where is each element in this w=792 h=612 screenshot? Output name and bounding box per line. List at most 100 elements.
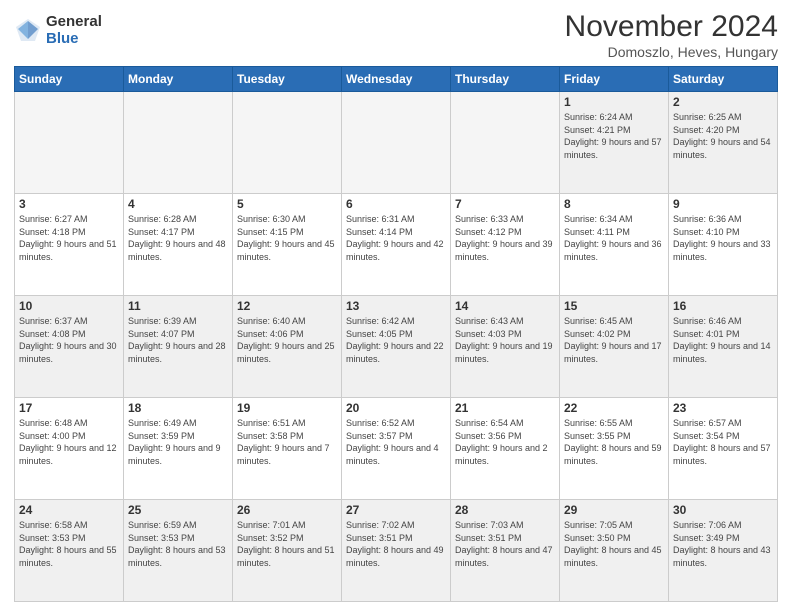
day-number: 19 bbox=[237, 401, 337, 415]
calendar-cell: 25Sunrise: 6:59 AMSunset: 3:53 PMDayligh… bbox=[124, 500, 233, 602]
col-saturday: Saturday bbox=[669, 67, 778, 92]
day-number: 30 bbox=[673, 503, 773, 517]
day-info: Sunrise: 6:46 AMSunset: 4:01 PMDaylight:… bbox=[673, 315, 773, 365]
calendar-cell: 27 Sunrise: 7:02 AMSunset: 3:51 PMDayligh… bbox=[342, 500, 451, 602]
calendar-cell: 1 Sunrise: 6:24 AMSunset: 4:21 PMDaylight… bbox=[560, 92, 669, 194]
day-number: 21 bbox=[455, 401, 555, 415]
logo-icon bbox=[14, 17, 42, 45]
day-info: Sunrise: 6:30 AMSunset: 4:15 PMDaylight:… bbox=[237, 213, 337, 263]
col-wednesday: Wednesday bbox=[342, 67, 451, 92]
calendar-cell: 22 Sunrise: 6:55 AMSunset: 3:55 PMDayligh… bbox=[560, 398, 669, 500]
day-number: 7 bbox=[455, 197, 555, 211]
calendar-cell: 20 Sunrise: 6:52 AMSunset: 3:57 PMDayligh… bbox=[342, 398, 451, 500]
calendar-header: Sunday Monday Tuesday Wednesday Thursday… bbox=[15, 67, 778, 92]
logo-blue: Blue bbox=[46, 31, 102, 48]
day-number: 20 bbox=[346, 401, 446, 415]
day-info: Sunrise: 6:39 AMSunset: 4:07 PMDaylight:… bbox=[128, 315, 228, 365]
day-number: 15 bbox=[564, 299, 664, 313]
day-info: Sunrise: 6:45 AMSunset: 4:02 PMDaylight:… bbox=[564, 315, 664, 365]
calendar-cell: 11 Sunrise: 6:39 AMSunset: 4:07 PMDayligh… bbox=[124, 296, 233, 398]
calendar-cell bbox=[124, 92, 233, 194]
calendar-cell bbox=[15, 92, 124, 194]
calendar-cell: 8 Sunrise: 6:34 AMSunset: 4:11 PMDaylight… bbox=[560, 194, 669, 296]
page: General Blue November 2024 Domoszlo, Hev… bbox=[0, 0, 792, 612]
day-number: 3 bbox=[19, 197, 119, 211]
day-number: 22 bbox=[564, 401, 664, 415]
col-thursday: Thursday bbox=[451, 67, 560, 92]
day-info: Sunrise: 6:42 AMSunset: 4:05 PMDaylight:… bbox=[346, 315, 446, 365]
calendar-cell bbox=[233, 92, 342, 194]
calendar-week-1: 3 Sunrise: 6:27 AMSunset: 4:18 PMDaylight… bbox=[15, 194, 778, 296]
calendar-week-4: 24 Sunrise: 6:58 AMSunset: 3:53 PMDayligh… bbox=[15, 500, 778, 602]
calendar-cell: 26Sunrise: 7:01 AMSunset: 3:52 PMDayligh… bbox=[233, 500, 342, 602]
day-number: 25 bbox=[128, 503, 228, 517]
logo-text: General Blue bbox=[46, 14, 102, 47]
month-title: November 2024 bbox=[565, 10, 778, 44]
calendar-cell: 7 Sunrise: 6:33 AMSunset: 4:12 PMDaylight… bbox=[451, 194, 560, 296]
calendar-week-2: 10 Sunrise: 6:37 AMSunset: 4:08 PMDayligh… bbox=[15, 296, 778, 398]
day-info: Sunrise: 6:52 AMSunset: 3:57 PMDaylight:… bbox=[346, 417, 446, 467]
day-number: 26 bbox=[237, 503, 337, 517]
day-number: 28 bbox=[455, 503, 555, 517]
day-info: Sunrise: 6:33 AMSunset: 4:12 PMDaylight:… bbox=[455, 213, 555, 263]
day-info: Sunrise: 6:31 AMSunset: 4:14 PMDaylight:… bbox=[346, 213, 446, 263]
col-friday: Friday bbox=[560, 67, 669, 92]
calendar-cell: 3 Sunrise: 6:27 AMSunset: 4:18 PMDaylight… bbox=[15, 194, 124, 296]
header-row: Sunday Monday Tuesday Wednesday Thursday… bbox=[15, 67, 778, 92]
calendar-cell: 13 Sunrise: 6:42 AMSunset: 4:05 PMDayligh… bbox=[342, 296, 451, 398]
day-info: Sunrise: 6:25 AMSunset: 4:20 PMDaylight:… bbox=[673, 111, 773, 161]
day-info: Sunrise: 6:27 AMSunset: 4:18 PMDaylight:… bbox=[19, 213, 119, 263]
day-info: Sunrise: 6:48 AMSunset: 4:00 PMDaylight:… bbox=[19, 417, 119, 467]
day-info: Sunrise: 6:34 AMSunset: 4:11 PMDaylight:… bbox=[564, 213, 664, 263]
day-info: Sunrise: 6:28 AMSunset: 4:17 PMDaylight:… bbox=[128, 213, 228, 263]
header: General Blue November 2024 Domoszlo, Hev… bbox=[14, 10, 778, 60]
day-info: Sunrise: 6:36 AMSunset: 4:10 PMDaylight:… bbox=[673, 213, 773, 263]
calendar-week-0: 1 Sunrise: 6:24 AMSunset: 4:21 PMDaylight… bbox=[15, 92, 778, 194]
calendar-cell: 23Sunrise: 6:57 AMSunset: 3:54 PMDayligh… bbox=[669, 398, 778, 500]
day-number: 8 bbox=[564, 197, 664, 211]
calendar-cell: 10 Sunrise: 6:37 AMSunset: 4:08 PMDayligh… bbox=[15, 296, 124, 398]
day-info: Sunrise: 7:02 AMSunset: 3:51 PMDaylight:… bbox=[346, 519, 446, 569]
day-info: Sunrise: 6:54 AMSunset: 3:56 PMDaylight:… bbox=[455, 417, 555, 467]
calendar-cell bbox=[451, 92, 560, 194]
day-number: 16 bbox=[673, 299, 773, 313]
day-info: Sunrise: 6:55 AMSunset: 3:55 PMDaylight:… bbox=[564, 417, 664, 467]
day-number: 4 bbox=[128, 197, 228, 211]
day-number: 24 bbox=[19, 503, 119, 517]
day-number: 17 bbox=[19, 401, 119, 415]
calendar-cell bbox=[342, 92, 451, 194]
day-number: 12 bbox=[237, 299, 337, 313]
calendar-cell: 4 Sunrise: 6:28 AMSunset: 4:17 PMDaylight… bbox=[124, 194, 233, 296]
day-number: 9 bbox=[673, 197, 773, 211]
day-number: 11 bbox=[128, 299, 228, 313]
day-info: Sunrise: 6:58 AMSunset: 3:53 PMDaylight:… bbox=[19, 519, 119, 569]
calendar-cell: 15 Sunrise: 6:45 AMSunset: 4:02 PMDayligh… bbox=[560, 296, 669, 398]
calendar-cell: 29Sunrise: 7:05 AMSunset: 3:50 PMDayligh… bbox=[560, 500, 669, 602]
calendar-cell: 12 Sunrise: 6:40 AMSunset: 4:06 PMDayligh… bbox=[233, 296, 342, 398]
calendar-body: 1 Sunrise: 6:24 AMSunset: 4:21 PMDaylight… bbox=[15, 92, 778, 602]
day-info: Sunrise: 6:49 AMSunset: 3:59 PMDaylight:… bbox=[128, 417, 228, 467]
calendar-cell: 2 Sunrise: 6:25 AMSunset: 4:20 PMDaylight… bbox=[669, 92, 778, 194]
calendar-cell: 17 Sunrise: 6:48 AMSunset: 4:00 PMDayligh… bbox=[15, 398, 124, 500]
day-info: Sunrise: 7:06 AMSunset: 3:49 PMDaylight:… bbox=[673, 519, 773, 569]
title-section: November 2024 Domoszlo, Heves, Hungary bbox=[565, 10, 778, 60]
day-info: Sunrise: 6:57 AMSunset: 3:54 PMDaylight:… bbox=[673, 417, 773, 467]
day-number: 18 bbox=[128, 401, 228, 415]
logo: General Blue bbox=[14, 14, 102, 47]
day-number: 2 bbox=[673, 95, 773, 109]
day-number: 13 bbox=[346, 299, 446, 313]
calendar-week-3: 17 Sunrise: 6:48 AMSunset: 4:00 PMDayligh… bbox=[15, 398, 778, 500]
day-number: 1 bbox=[564, 95, 664, 109]
day-info: Sunrise: 6:51 AMSunset: 3:58 PMDaylight:… bbox=[237, 417, 337, 467]
calendar-cell: 14Sunrise: 6:43 AMSunset: 4:03 PMDayligh… bbox=[451, 296, 560, 398]
day-info: Sunrise: 6:24 AMSunset: 4:21 PMDaylight:… bbox=[564, 111, 664, 161]
day-info: Sunrise: 7:03 AMSunset: 3:51 PMDaylight:… bbox=[455, 519, 555, 569]
col-monday: Monday bbox=[124, 67, 233, 92]
day-info: Sunrise: 6:37 AMSunset: 4:08 PMDaylight:… bbox=[19, 315, 119, 365]
day-number: 10 bbox=[19, 299, 119, 313]
day-number: 27 bbox=[346, 503, 446, 517]
day-info: Sunrise: 6:40 AMSunset: 4:06 PMDaylight:… bbox=[237, 315, 337, 365]
calendar-cell: 6Sunrise: 6:31 AMSunset: 4:14 PMDaylight… bbox=[342, 194, 451, 296]
calendar-cell: 16 Sunrise: 6:46 AMSunset: 4:01 PMDayligh… bbox=[669, 296, 778, 398]
col-tuesday: Tuesday bbox=[233, 67, 342, 92]
